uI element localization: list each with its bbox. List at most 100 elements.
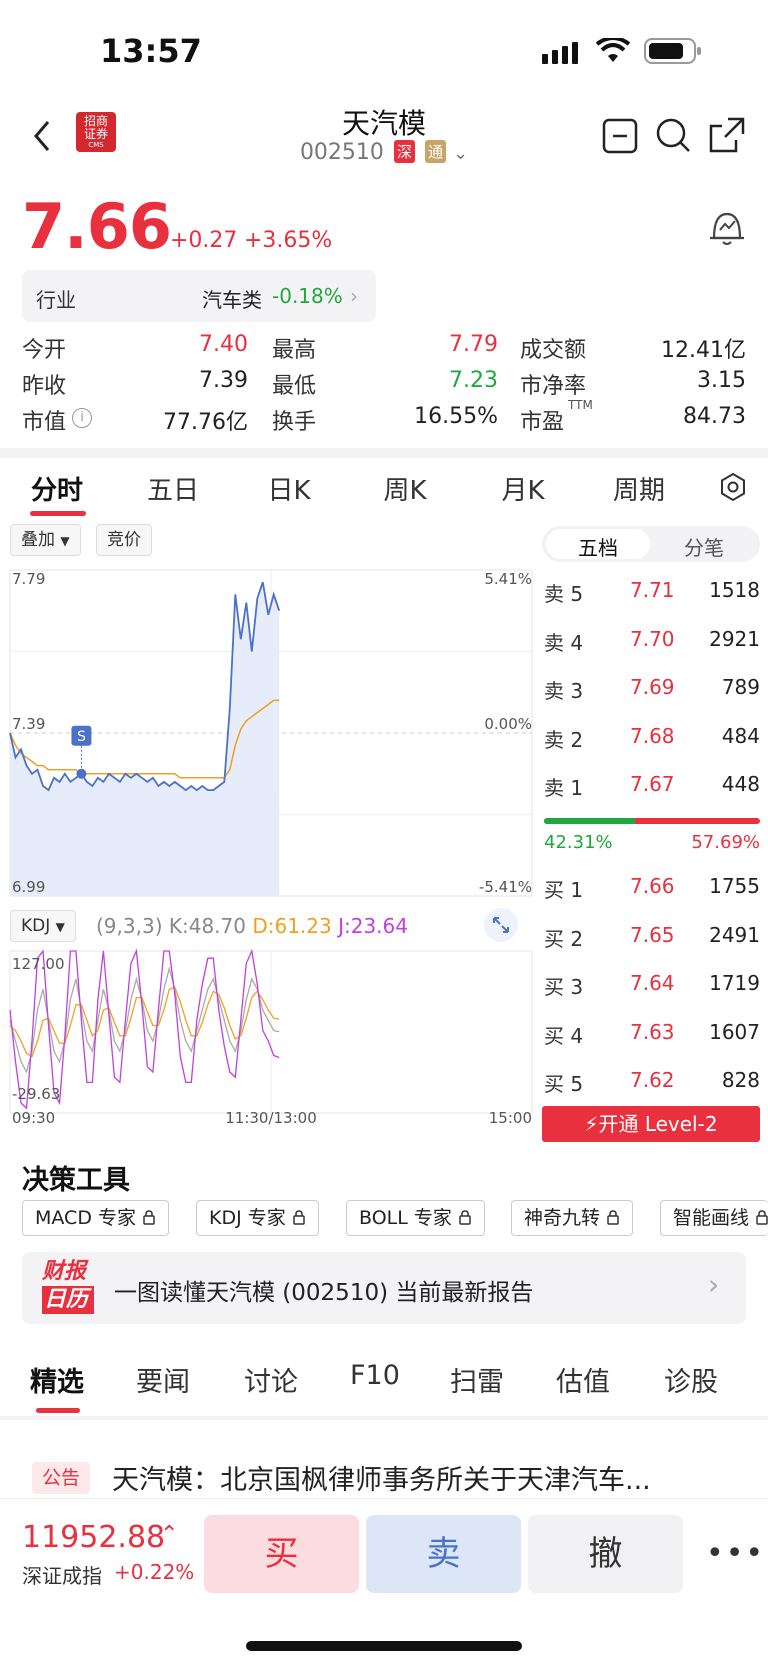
price-alert-button[interactable] [708,208,746,252]
tool-chip[interactable]: MACD 专家 [22,1200,169,1236]
chart-tab[interactable]: 分时 [12,470,102,507]
orderbook-row[interactable]: 卖 5 7.71 1518 [544,578,760,618]
lock-icon [755,1207,768,1229]
overlay-dropdown[interactable]: 叠加 ▼ [10,524,81,556]
index-value[interactable]: 11952.88 [22,1520,165,1555]
price-change: +0.27 [170,228,238,253]
chart-tab[interactable]: 月K [478,470,568,507]
orderbook-volume: 789 [721,675,760,699]
stat-label: 市值 [22,410,67,435]
orderbook-row[interactable]: 买 3 7.64 1719 [544,971,760,1011]
chart-settings-icon[interactable] [718,472,748,506]
intraday-chart[interactable]: S 7.79 7.39 6.99 5.41% 0.00% -5.41% [0,560,540,900]
tool-chip[interactable]: 智能画线 [660,1200,768,1236]
report-card[interactable]: 财报 日历 一图读懂天汽模 (002510) 当前最新报告 › [22,1252,746,1324]
chevron-right-icon: › [708,1268,720,1301]
stock-code-selector[interactable]: 002510 深 通 ⌄ [0,140,768,165]
report-text: 一图读懂天汽模 (002510) 当前最新报告 [114,1280,534,1306]
chart-tab[interactable]: 日K [244,470,334,507]
cancel-order-button[interactable]: 撤 [528,1515,683,1593]
orderbook-row[interactable]: 卖 3 7.69 789 [544,675,760,715]
kdj-chart[interactable]: 127.00 -29.63 09:30 11:30/13:00 15:00 [0,945,540,1125]
orderbook-row[interactable]: 买 4 7.63 1607 [544,1020,760,1060]
stat-value: 12.41亿 [661,338,746,363]
chart-tab[interactable]: 周K [360,470,450,507]
orderbook-row[interactable]: 买 2 7.65 2491 [544,923,760,963]
news-tag: 公告 [32,1462,90,1494]
current-price: 7.66 [22,190,172,263]
tool-chip-label: KDJ 专家 [209,1207,286,1229]
kdj-values: (9,3,3) K:48.70 D:61.23 J:23.64 [96,914,408,938]
marker-label: S [77,729,86,745]
report-logo-top: 财报 [42,1259,87,1284]
stat-label: 今开 [22,338,67,363]
orderbook-price: 7.71 [630,578,675,602]
orderbook-row[interactable]: 买 1 7.66 1755 [544,874,760,914]
news-tab[interactable]: F10 [350,1360,400,1391]
orderbook-price: 7.66 [630,874,675,898]
share-button[interactable] [708,116,746,158]
bottom-bar-divider [0,1498,768,1499]
index-name: 深证成指 [22,1564,102,1588]
tool-chip[interactable]: KDJ 专家 [196,1200,319,1236]
report-logo-bottom: 日历 [42,1286,94,1314]
news-tab[interactable]: 讨论 [244,1360,298,1399]
news-tab[interactable]: 扫雷 [450,1360,504,1399]
orderbook-volume: 448 [721,772,760,796]
status-time: 13:57 [100,32,202,70]
info-icon[interactable]: i [72,408,92,428]
chart-tab[interactable]: 五日 [128,470,218,507]
y-right-tick: -5.41% [479,878,532,896]
orderbook-label: 卖 5 [544,582,584,606]
lock-icon [458,1207,472,1229]
chart-tab[interactable]: 周期 [594,470,684,507]
orderbook-volume: 828 [721,1068,760,1092]
y-left-tick: 7.79 [12,570,45,588]
news-tab[interactable]: 诊股 [664,1360,718,1399]
orderbook-label: 买 5 [544,1072,584,1096]
lightning-icon: ⚡ [584,1112,599,1136]
stat-value: 16.55% [414,404,498,429]
y-left-tick: 6.99 [12,878,45,896]
orderbook-row[interactable]: 卖 1 7.67 448 [544,772,760,812]
orderbook-label: 卖 1 [544,776,584,800]
news-title[interactable]: 天汽模：北京国枫律师事务所关于天津汽车... [112,1458,651,1497]
expand-icon[interactable] [484,908,518,942]
news-tab[interactable]: 估值 [556,1360,610,1399]
stat-value: 84.73 [683,404,746,429]
kdj-k: K:48.70 [168,914,246,938]
news-tab[interactable]: 要闻 [136,1360,190,1399]
orderbook-price: 7.67 [630,772,675,796]
section-divider [0,1416,768,1420]
orderbook-row[interactable]: 买 5 7.62 828 [544,1068,760,1108]
news-tab[interactable]: 精选 [30,1360,84,1399]
indicator-dropdown[interactable]: KDJ ▼ [10,910,76,942]
search-button[interactable] [654,116,692,158]
tool-chip[interactable]: BOLL 专家 [346,1200,485,1236]
tool-chip-label: 智能画线 [673,1207,750,1229]
index-change: +0.22% [114,1560,195,1584]
lock-icon [142,1207,156,1229]
section-divider [0,448,768,458]
orderbook-volume: 1607 [709,1019,760,1044]
industry-card[interactable]: 行业 汽车类 -0.18% › [22,270,376,322]
orderbook-row[interactable]: 卖 2 7.68 484 [544,724,760,764]
sell-button[interactable]: 卖 [366,1515,521,1593]
y-right-tick: 5.41% [484,570,532,588]
orderbook-row[interactable]: 卖 4 7.70 2921 [544,627,760,667]
industry-name: 汽车类 [202,288,262,312]
remove-watchlist-button[interactable] [602,118,638,158]
buy-button[interactable]: 买 [204,1515,359,1593]
level2-button[interactable]: ⚡开通 Level-2 [542,1106,760,1142]
lock-icon [292,1207,306,1229]
more-icon[interactable]: ••• [706,1536,765,1571]
tool-chip[interactable]: 神奇九转 [511,1200,634,1236]
x-tick: 09:30 [12,1109,55,1125]
tab-five-levels[interactable]: 五档 [546,532,650,561]
stock-name: 天汽模 [341,107,426,140]
x-tick: 11:30/13:00 [225,1109,317,1125]
stat-label: 市净率 [520,374,587,399]
kdj-max-tick: 127.00 [12,955,65,973]
tab-tick-trades[interactable]: 分笔 [652,532,756,561]
auction-button[interactable]: 竞价 [96,524,152,556]
